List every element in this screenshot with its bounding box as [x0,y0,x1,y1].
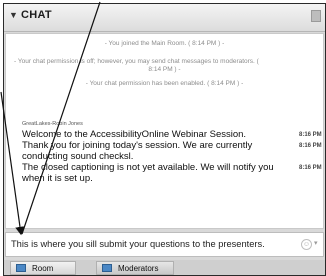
smiley-icon[interactable]: ☺ [301,239,312,250]
chat-log[interactable]: - You joined the Main Room. ( 8:14 PM ) … [5,33,324,229]
tab-room[interactable]: Room [10,261,76,275]
tab-moderators[interactable]: Moderators [96,261,174,275]
system-message-permission-enabled: - Your chat permission has been enabled.… [85,80,244,87]
message-timestamp: 8:16 PM [299,165,322,171]
message-timestamp: 8:16 PM [299,143,322,149]
message-line: when it is set up. [22,173,93,184]
moderators-icon [102,264,112,272]
room-icon [16,264,26,272]
message-line: The closed captioning is not yet availab… [22,162,274,173]
chat-tabs: Room Moderators [4,260,325,275]
message-timestamp: 8:16 PM [299,132,322,138]
message-line: Thank you for joining today's session. W… [22,140,253,151]
tab-moderators-label: Moderators [118,264,159,273]
triangle-down-icon[interactable]: ▼ [9,10,18,20]
chat-input-text: This is where you sill submit your quest… [11,239,265,249]
chat-pod: ▼ CHAT - You joined the Main Room. ( 8:1… [3,3,326,276]
system-message-permission-off: - Your chat permission is off; however, … [14,58,259,65]
system-message-permission-off-time: 8:14 PM ) - [148,66,181,73]
message-line: conducting sound checksl. [22,151,134,162]
system-message-joined: - You joined the Main Room. ( 8:14 PM ) … [104,40,225,47]
chat-title: CHAT [21,9,52,21]
chevron-down-icon[interactable]: ▾ [314,239,318,247]
message-line: Welcome to the AccessibilityOnline Webin… [22,129,247,140]
message-sender: GreatLakes-Robin Jones [22,121,83,127]
tab-room-label: Room [32,264,54,273]
chat-input[interactable]: This is where you sill submit your quest… [5,232,324,257]
pod-options-button[interactable] [311,10,321,22]
chat-header: ▼ CHAT [4,4,325,32]
